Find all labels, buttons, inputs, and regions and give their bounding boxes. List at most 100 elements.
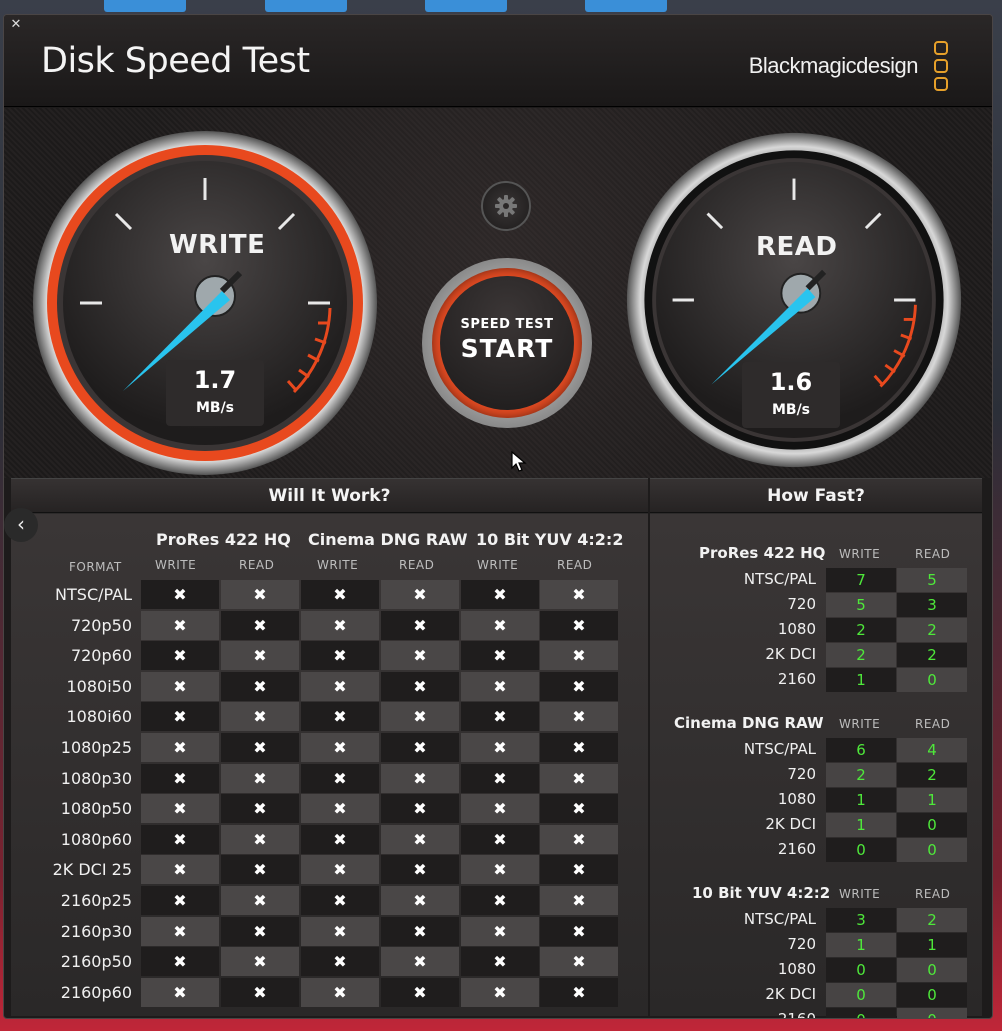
- compat-cell-x-icon: ✖: [381, 855, 459, 885]
- app-title: Disk Speed Test: [41, 41, 310, 81]
- how-fast-write-value: 7: [826, 568, 896, 592]
- how-fast-read-value: 2: [897, 908, 967, 932]
- compat-cell-x-icon: ✖: [540, 886, 618, 915]
- how-fast-group-title: ProRes 422 HQ: [699, 544, 826, 562]
- how-fast-row-label: 720: [787, 765, 816, 783]
- compat-cell-x-icon: ✖: [221, 916, 299, 946]
- how-fast-read-value: 5: [897, 568, 967, 592]
- how-fast-row-label: 2160: [777, 670, 816, 688]
- how-fast-row-label: NTSC/PAL: [743, 570, 816, 588]
- how-fast-title: How Fast?: [650, 479, 982, 513]
- compat-cell-x-icon: ✖: [301, 580, 379, 609]
- how-fast-row-label: 2160: [777, 1010, 816, 1019]
- compat-cell-x-icon: ✖: [301, 794, 379, 824]
- compat-cell-x-icon: ✖: [461, 855, 539, 885]
- compat-cell-x-icon: ✖: [381, 824, 459, 854]
- will-it-work-table: ProRes 422 HQ Cinema DNG RAW 10 Bit YUV …: [11, 514, 648, 1016]
- disk-speed-test-window: ✕ Disk Speed Test Blackmagicdesign WRITE…: [3, 14, 993, 1019]
- compat-cell-x-icon: ✖: [381, 671, 459, 701]
- compat-cell-x-icon: ✖: [461, 977, 539, 1007]
- compat-cell-x-icon: ✖: [461, 733, 539, 762]
- read-column-header: READ: [915, 887, 951, 901]
- compat-cell-x-icon: ✖: [221, 580, 299, 609]
- compat-cell-x-icon: ✖: [540, 916, 618, 946]
- compat-cell-x-icon: ✖: [301, 977, 379, 1007]
- write-label: WRITE: [169, 230, 266, 260]
- compat-cell-x-icon: ✖: [461, 641, 539, 671]
- format-row-label: 1080p25: [60, 738, 132, 757]
- compat-cell-x-icon: ✖: [381, 610, 459, 640]
- how-fast-read-value: 0: [897, 983, 967, 1007]
- how-fast-row-label: NTSC/PAL: [743, 740, 816, 758]
- write-readout: 1.7 MB/s: [166, 360, 264, 426]
- read-speed-unit: MB/s: [771, 402, 811, 418]
- format-row-label: 1080p60: [60, 829, 132, 849]
- compat-cell-x-icon: ✖: [540, 671, 618, 701]
- compat-cell-x-icon: ✖: [141, 977, 219, 1007]
- how-fast-read-value: 0: [897, 958, 967, 982]
- compat-cell-x-icon: ✖: [221, 855, 299, 885]
- chevron-left-icon[interactable]: ‹: [4, 508, 38, 542]
- compat-cell-x-icon: ✖: [141, 855, 219, 885]
- compat-cell-x-icon: ✖: [301, 671, 379, 701]
- compat-cell-x-icon: ✖: [461, 916, 539, 946]
- read-column-header: READ: [239, 558, 275, 572]
- compat-cell-x-icon: ✖: [540, 794, 618, 824]
- compat-cell-x-icon: ✖: [221, 763, 299, 793]
- compat-cell-x-icon: ✖: [540, 947, 618, 977]
- how-fast-row-label: 1080: [777, 960, 816, 978]
- how-fast-read-value: 2: [897, 763, 967, 787]
- compat-cell-x-icon: ✖: [141, 610, 219, 640]
- format-row-label: 720p60: [70, 646, 132, 666]
- write-column-header: WRITE: [839, 547, 881, 561]
- close-button[interactable]: ✕: [6, 15, 26, 35]
- group-title: Cinema DNG RAW: [308, 530, 468, 549]
- compat-cell-x-icon: ✖: [461, 886, 539, 915]
- mouse-cursor-icon: [511, 451, 527, 472]
- format-row-label: 1080i50: [66, 676, 132, 696]
- settings-button[interactable]: [481, 181, 531, 231]
- write-column-header: WRITE: [477, 558, 519, 572]
- compat-cell-x-icon: ✖: [221, 641, 299, 671]
- will-it-work-panel: Will It Work? ProRes 422 HQ Cinema DNG R…: [11, 478, 648, 1016]
- read-column-header: READ: [915, 547, 951, 561]
- compat-cell-x-icon: ✖: [141, 824, 219, 854]
- compat-cell-x-icon: ✖: [461, 702, 539, 732]
- how-fast-row-label: 720: [787, 935, 816, 953]
- compat-cell-x-icon: ✖: [381, 916, 459, 946]
- how-fast-write-value: 0: [826, 983, 896, 1007]
- compat-cell-x-icon: ✖: [141, 580, 219, 609]
- desktop-folder-icon[interactable]: [425, 0, 507, 12]
- desktop-folder-icon[interactable]: [585, 0, 667, 12]
- group-title: 10 Bit YUV 4:2:2: [476, 530, 624, 549]
- how-fast-read-value: 1: [897, 933, 967, 957]
- how-fast-row-label: 1080: [777, 620, 816, 638]
- how-fast-group-title: Cinema DNG RAW: [674, 714, 824, 732]
- compat-cell-x-icon: ✖: [301, 702, 379, 732]
- compat-cell-x-icon: ✖: [540, 641, 618, 671]
- compat-cell-x-icon: ✖: [141, 794, 219, 824]
- format-row-label: 2160p30: [60, 921, 132, 941]
- compat-cell-x-icon: ✖: [381, 733, 459, 762]
- desktop-folder-icon[interactable]: [104, 0, 186, 12]
- format-row-label: 720p50: [70, 615, 132, 635]
- compat-cell-x-icon: ✖: [381, 641, 459, 671]
- speed-test-start-button[interactable]: SPEED TEST START: [422, 258, 592, 428]
- compat-cell-x-icon: ✖: [461, 794, 539, 824]
- how-fast-row-label: 2K DCI: [765, 645, 816, 663]
- write-column-header: WRITE: [155, 558, 197, 572]
- compat-cell-x-icon: ✖: [461, 824, 539, 854]
- how-fast-write-value: 3: [826, 908, 896, 932]
- compat-cell-x-icon: ✖: [461, 580, 539, 609]
- format-row-label: 2K DCI 25: [52, 860, 132, 880]
- format-column-header: FORMAT: [69, 560, 122, 574]
- how-fast-write-value: 0: [826, 1008, 896, 1018]
- compat-cell-x-icon: ✖: [301, 763, 379, 793]
- desktop-folder-icon[interactable]: [265, 0, 347, 12]
- will-it-work-title: Will It Work?: [11, 479, 648, 513]
- how-fast-read-value: 3: [897, 593, 967, 617]
- compat-cell-x-icon: ✖: [301, 610, 379, 640]
- compat-cell-x-icon: ✖: [540, 824, 618, 854]
- start-button-label: START: [460, 334, 554, 363]
- write-column-header: WRITE: [839, 887, 881, 901]
